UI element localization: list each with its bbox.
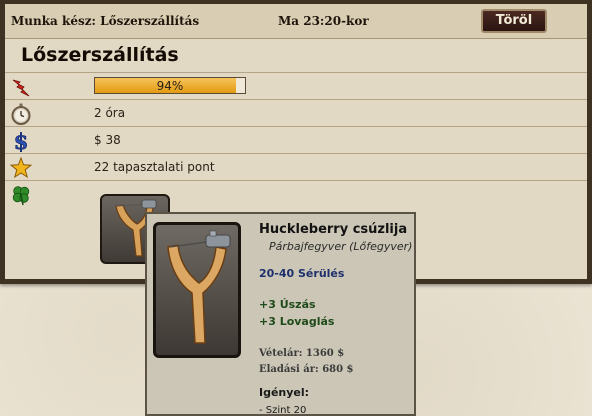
slingshot-icon [167,230,231,344]
energy-progress-label: 94% [156,79,184,93]
tooltip-item-type: Párbajfegyver (Lőfegyver) [269,240,413,253]
tooltip-item-bonus: +3 Úszás [259,298,316,311]
tooltip-item-name: Huckleberry csúzlija [259,222,408,237]
tooltip-item-bonus: +3 Lovaglás [259,315,335,328]
tooltip-sell-price: Eladási ár: 680 $ [259,364,354,375]
svg-text:$: $ [14,130,29,152]
job-row-wage: $ $ 38 [5,126,587,154]
job-title: Lőszerszállítás [21,44,179,66]
job-experience: 22 tapasztalati pont [94,160,215,174]
tooltip-requirement-item: - Szint 20 [259,405,307,416]
star-icon [9,156,33,179]
job-row-energy: 94% [5,72,587,100]
clover-icon [10,184,32,206]
job-finish-time: Ma 23:20-kor [278,14,369,28]
tooltip-requirements-title: Igényel: [259,386,310,399]
energy-progress-bar: 94% [94,77,246,94]
cancel-button[interactable]: Töröl [481,9,547,33]
job-row-experience: 22 tapasztalati pont [5,153,587,181]
job-status-label: Munka kész: Lőszerszállítás [11,14,200,28]
dollar-icon: $ [10,129,32,155]
item-tooltip: Huckleberry csúzlija Párbajfegyver (Lőfe… [145,212,416,416]
tooltip-item-image [153,222,241,358]
tooltip-item-damage: 20-40 Sérülés [259,267,345,280]
tooltip-buy-price: Vételár: 1360 $ [259,348,345,359]
stopwatch-icon [10,103,32,125]
job-row-duration: 2 óra [5,99,587,127]
job-status-bar: Munka kész: Lőszerszállítás Ma 23:20-kor… [5,4,587,39]
job-duration: 2 óra [94,106,126,120]
job-wage: $ 38 [94,133,121,147]
energy-icon [10,76,32,98]
